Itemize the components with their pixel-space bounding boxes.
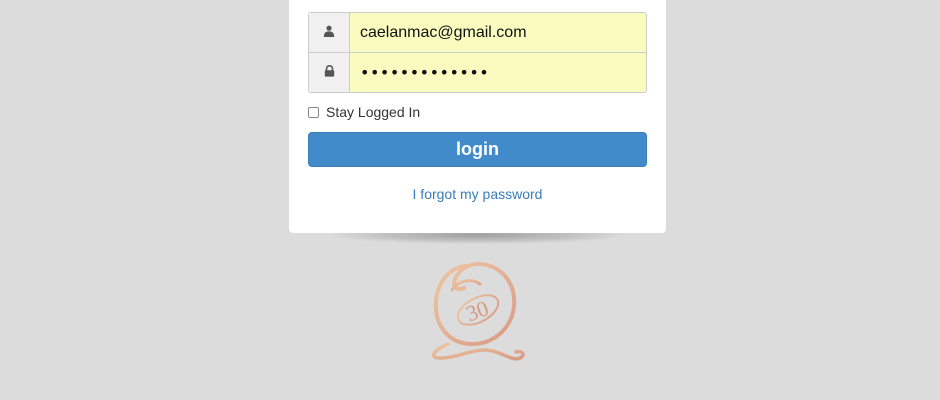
login-button[interactable]: login: [308, 132, 647, 167]
email-addon: [309, 13, 350, 52]
stay-logged-in-checkbox[interactable]: [308, 106, 319, 118]
password-field[interactable]: •••••••••••••: [350, 53, 646, 92]
user-icon: [323, 24, 335, 42]
password-addon: [309, 53, 350, 92]
password-input-group: •••••••••••••: [308, 52, 647, 93]
email-input-group: [308, 12, 647, 53]
email-field[interactable]: [350, 13, 646, 52]
logo-number: 30: [463, 295, 492, 326]
lock-icon: [324, 64, 335, 82]
q30-logo: 30: [422, 258, 528, 378]
stay-logged-in-label[interactable]: Stay Logged In: [326, 104, 420, 120]
forgot-password-link[interactable]: I forgot my password: [308, 186, 647, 202]
login-page: ••••••••••••• Stay Logged In login I for…: [0, 0, 940, 400]
q30-logo-graphic: 30: [431, 261, 525, 361]
stay-logged-in-row: Stay Logged In: [308, 104, 420, 120]
